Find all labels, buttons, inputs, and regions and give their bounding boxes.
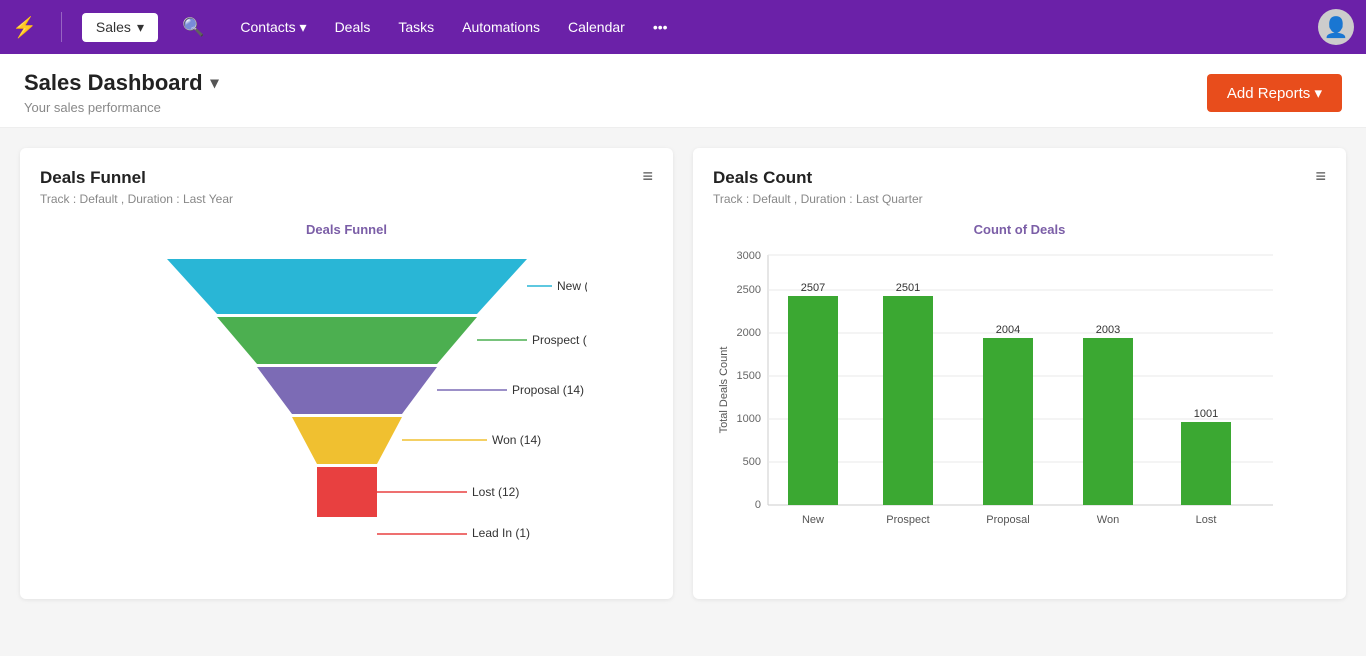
x-label-new: New [802,514,824,526]
bar-chart-svg: 0 500 1000 1500 2000 2500 3000 Total Dea… [713,245,1293,555]
bar-label-prospect: 2501 [896,282,920,294]
nav-deals[interactable]: Deals [323,13,383,41]
main-content: Deals Funnel Track : Default , Duration … [0,128,1366,619]
navbar: ⚡ Sales ▾ 🔍 Contacts ▾ Deals Tasks Autom… [0,0,1366,54]
bar-won [1083,338,1133,505]
sales-dropdown[interactable]: Sales ▾ [82,13,158,42]
x-label-won: Won [1097,514,1119,526]
sales-dropdown-label: Sales [96,19,131,35]
nav-contacts[interactable]: Contacts ▾ [228,13,318,42]
funnel-label-leadin: Lead In (1) [472,526,530,540]
page-title-area: Sales Dashboard ▾ Your sales performance [24,70,219,115]
page-header: Sales Dashboard ▾ Your sales performance… [0,54,1366,128]
page-subtitle: Your sales performance [24,100,219,115]
funnel-chart-title: Deals Funnel [40,222,653,237]
y-label-2000: 2000 [737,327,761,339]
deals-count-card: Deals Count Track : Default , Duration :… [693,148,1346,599]
y-label-0: 0 [755,499,761,511]
funnel-svg: New (24) Prospect (10) Proposal (14) Won… [107,249,587,579]
funnel-stage-lost [317,467,377,517]
y-label-3000: 3000 [737,250,761,262]
page-title: Sales Dashboard ▾ [24,70,219,96]
search-icon[interactable]: 🔍 [174,13,212,42]
bar-new [788,296,838,505]
page-title-text: Sales Dashboard [24,70,203,96]
funnel-card-title: Deals Funnel [40,168,233,188]
y-label-500: 500 [743,456,761,468]
nav-calendar[interactable]: Calendar [556,13,637,41]
bar-label-proposal: 2004 [996,324,1020,336]
bar-proposal [983,338,1033,505]
x-label-lost: Lost [1196,514,1217,526]
chevron-down-icon[interactable]: ▾ [211,73,219,93]
funnel-label-new: New (24) [557,279,587,293]
x-label-proposal: Proposal [986,514,1029,526]
chevron-down-icon: ▾ [137,19,144,36]
avatar[interactable]: 👤 [1318,9,1354,45]
funnel-label-lost: Lost (12) [472,485,519,499]
funnel-stage-new [167,259,527,314]
funnel-stage-proposal [257,367,437,414]
nav-divider [61,12,62,42]
bar-chart-title: Count of Deals [713,222,1326,237]
nav-automations[interactable]: Automations [450,13,552,41]
nav-items: Contacts ▾ Deals Tasks Automations Calen… [228,13,1302,42]
y-axis-title: Total Deals Count [718,347,730,434]
bar-lost [1181,422,1231,505]
funnel-menu-icon[interactable]: ≡ [642,166,653,187]
add-reports-button[interactable]: Add Reports ▾ [1207,74,1342,112]
bar-label-lost: 1001 [1194,408,1218,420]
nav-more[interactable]: ••• [641,13,680,41]
count-track-label: Track : Default , Duration : Last Quarte… [713,192,923,206]
x-label-prospect: Prospect [886,514,929,526]
nav-tasks[interactable]: Tasks [386,13,446,41]
bar-prospect [883,296,933,505]
y-label-1500: 1500 [737,370,761,382]
funnel-stage-won [292,417,402,464]
funnel-stage-prospect [217,317,477,364]
y-label-1000: 1000 [737,413,761,425]
y-label-2500: 2500 [737,284,761,296]
count-menu-icon[interactable]: ≡ [1315,166,1326,187]
count-card-title: Deals Count [713,168,923,188]
funnel-label-prospect: Prospect (10) [532,333,587,347]
bar-label-new: 2507 [801,282,825,294]
funnel-label-proposal: Proposal (14) [512,383,584,397]
funnel-track-label: Track : Default , Duration : Last Year [40,192,233,206]
bar-label-won: 2003 [1096,324,1120,336]
app-logo: ⚡ [12,15,37,40]
funnel-label-won: Won (14) [492,433,541,447]
deals-funnel-card: Deals Funnel Track : Default , Duration … [20,148,673,599]
